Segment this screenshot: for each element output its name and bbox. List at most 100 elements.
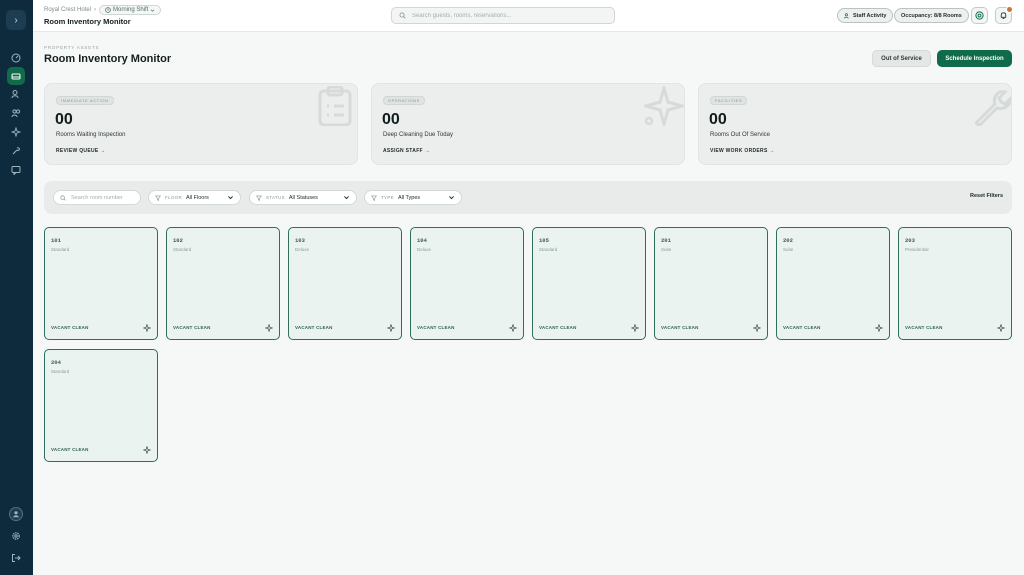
top-header: Royal Crest Hotel › Morning Shift Room I…	[33, 0, 1024, 32]
room-status: VACANT CLEAN	[783, 325, 821, 330]
chevron-down-icon	[449, 196, 454, 200]
dashboard-icon	[11, 53, 21, 63]
notification-badge	[1006, 6, 1013, 13]
sparkle-icon	[631, 324, 639, 332]
clock-icon	[105, 7, 111, 13]
messages-icon	[11, 166, 21, 175]
user-icon	[13, 511, 19, 518]
occupancy-label: Occupancy: 8/8 Rooms	[901, 12, 962, 19]
stat-card-deep-cleaning: OPERATIONS 00 Deep Cleaning Due Today AS…	[371, 83, 685, 165]
room-card[interactable]: 104 Deluxe VACANT CLEAN	[410, 227, 524, 340]
maintenance-icon	[12, 147, 20, 155]
room-type: Standard	[173, 247, 192, 252]
guests-icon	[11, 90, 19, 99]
staff-activity-button[interactable]: Staff Activity	[837, 8, 894, 23]
room-card[interactable]: 201 Suite VACANT CLEAN	[654, 227, 768, 340]
room-card[interactable]: 202 Suite VACANT CLEAN	[776, 227, 890, 340]
sparkle-icon	[509, 324, 517, 332]
sidebar-item-housekeeping[interactable]	[7, 123, 25, 141]
room-status: VACANT CLEAN	[539, 325, 577, 330]
room-status: VACANT CLEAN	[295, 325, 333, 330]
hotel-name[interactable]: Royal Crest Hotel	[44, 7, 91, 13]
at-sign-icon	[975, 11, 984, 20]
filter-icon	[371, 195, 377, 201]
room-type: Deluxe	[417, 247, 432, 252]
user-avatar[interactable]	[9, 507, 23, 521]
sparkle-icon	[387, 324, 395, 332]
type-filter-value: All Types	[397, 194, 421, 201]
room-card[interactable]: 203 Presidential VACANT CLEAN	[898, 227, 1012, 340]
stat-tag: OPERATIONS	[383, 96, 425, 105]
global-search-input[interactable]	[412, 12, 592, 19]
stat-value: 00	[382, 111, 400, 128]
room-number: 101	[51, 237, 61, 244]
room-card[interactable]: 101 Standard VACANT CLEAN	[44, 227, 158, 340]
chevron-right-icon: ›	[14, 14, 18, 26]
room-type: Suite	[783, 247, 794, 252]
room-status: VACANT CLEAN	[173, 325, 211, 330]
page-title: Room Inventory Monitor	[44, 53, 172, 65]
sidebar: ›	[0, 0, 33, 575]
sidebar-toggle-button[interactable]: ›	[6, 10, 26, 30]
sidebar-item-dashboard[interactable]	[7, 49, 25, 67]
room-type: Standard	[51, 247, 70, 252]
staff-icon	[11, 109, 21, 118]
breadcrumb: Royal Crest Hotel › Morning Shift	[44, 5, 162, 15]
schedule-inspection-button[interactable]: Schedule Inspection	[937, 50, 1012, 67]
filter-bar: FLOOR All Floors STATUS All Statuses TYP…	[44, 181, 1012, 214]
sidebar-item-rooms[interactable]	[7, 67, 25, 85]
sparkle-icon	[644, 86, 684, 126]
stat-label: Deep Cleaning Due Today	[383, 132, 453, 138]
status-filter[interactable]: STATUS All Statuses	[249, 190, 357, 205]
room-search-input[interactable]	[71, 194, 137, 201]
room-search[interactable]	[53, 190, 141, 205]
room-number: 201	[661, 237, 671, 244]
wrench-icon	[975, 90, 1011, 126]
sparkle-icon	[143, 324, 151, 332]
type-filter[interactable]: TYPE All Types	[364, 190, 462, 205]
occupancy-badge[interactable]: Occupancy: 8/8 Rooms	[894, 8, 969, 23]
room-status: VACANT CLEAN	[51, 325, 89, 330]
sparkle-icon	[143, 446, 151, 454]
logout-icon	[12, 554, 21, 562]
room-type: Suite	[661, 247, 672, 252]
reset-filters-button[interactable]: Reset Filters	[970, 193, 1003, 199]
staff-activity-label: Staff Activity	[853, 12, 887, 19]
stat-value: 00	[709, 111, 727, 128]
room-card[interactable]: 204 Standard VACANT CLEAN	[44, 349, 158, 462]
out-of-service-button[interactable]: Out of Service	[872, 50, 931, 67]
rooms-icon	[11, 73, 21, 80]
assign-staff-link[interactable]: ASSIGN STAFF →	[383, 148, 430, 154]
concierge-button[interactable]	[971, 7, 988, 24]
room-type: Standard	[51, 369, 70, 374]
sparkle-icon	[997, 324, 1005, 332]
clipboard-icon	[318, 86, 352, 126]
sidebar-item-maintenance[interactable]	[7, 142, 25, 160]
global-search[interactable]	[391, 7, 615, 24]
header-page-title: Room Inventory Monitor	[44, 17, 131, 26]
room-card[interactable]: 103 Deluxe VACANT CLEAN	[288, 227, 402, 340]
page-eyebrow: PROPERTY ASSETS	[44, 45, 100, 50]
status-filter-value: All Statuses	[288, 194, 318, 201]
view-work-orders-link[interactable]: VIEW WORK ORDERS →	[710, 148, 775, 154]
notifications-button[interactable]	[995, 6, 1013, 24]
chevron-down-icon	[228, 196, 233, 200]
room-card[interactable]: 102 Standard VACANT CLEAN	[166, 227, 280, 340]
chevron-down-icon	[344, 196, 349, 200]
floor-filter[interactable]: FLOOR All Floors	[148, 190, 241, 205]
room-status: VACANT CLEAN	[905, 325, 943, 330]
room-number: 103	[295, 237, 305, 244]
sidebar-item-settings[interactable]	[7, 527, 25, 545]
review-queue-link[interactable]: REVIEW QUEUE →	[56, 148, 105, 154]
sidebar-item-guests[interactable]	[7, 85, 25, 103]
filter-icon	[256, 195, 262, 201]
housekeeping-icon	[11, 127, 21, 137]
sidebar-item-logout[interactable]	[7, 549, 25, 567]
shift-selector[interactable]: Morning Shift	[99, 5, 162, 15]
sparkle-icon	[875, 324, 883, 332]
sidebar-item-messages[interactable]	[7, 161, 25, 179]
sidebar-item-staff[interactable]	[7, 104, 25, 122]
room-type: Presidential	[905, 247, 929, 252]
floor-filter-label: FLOOR	[165, 195, 183, 200]
room-card[interactable]: 105 Standard VACANT CLEAN	[532, 227, 646, 340]
